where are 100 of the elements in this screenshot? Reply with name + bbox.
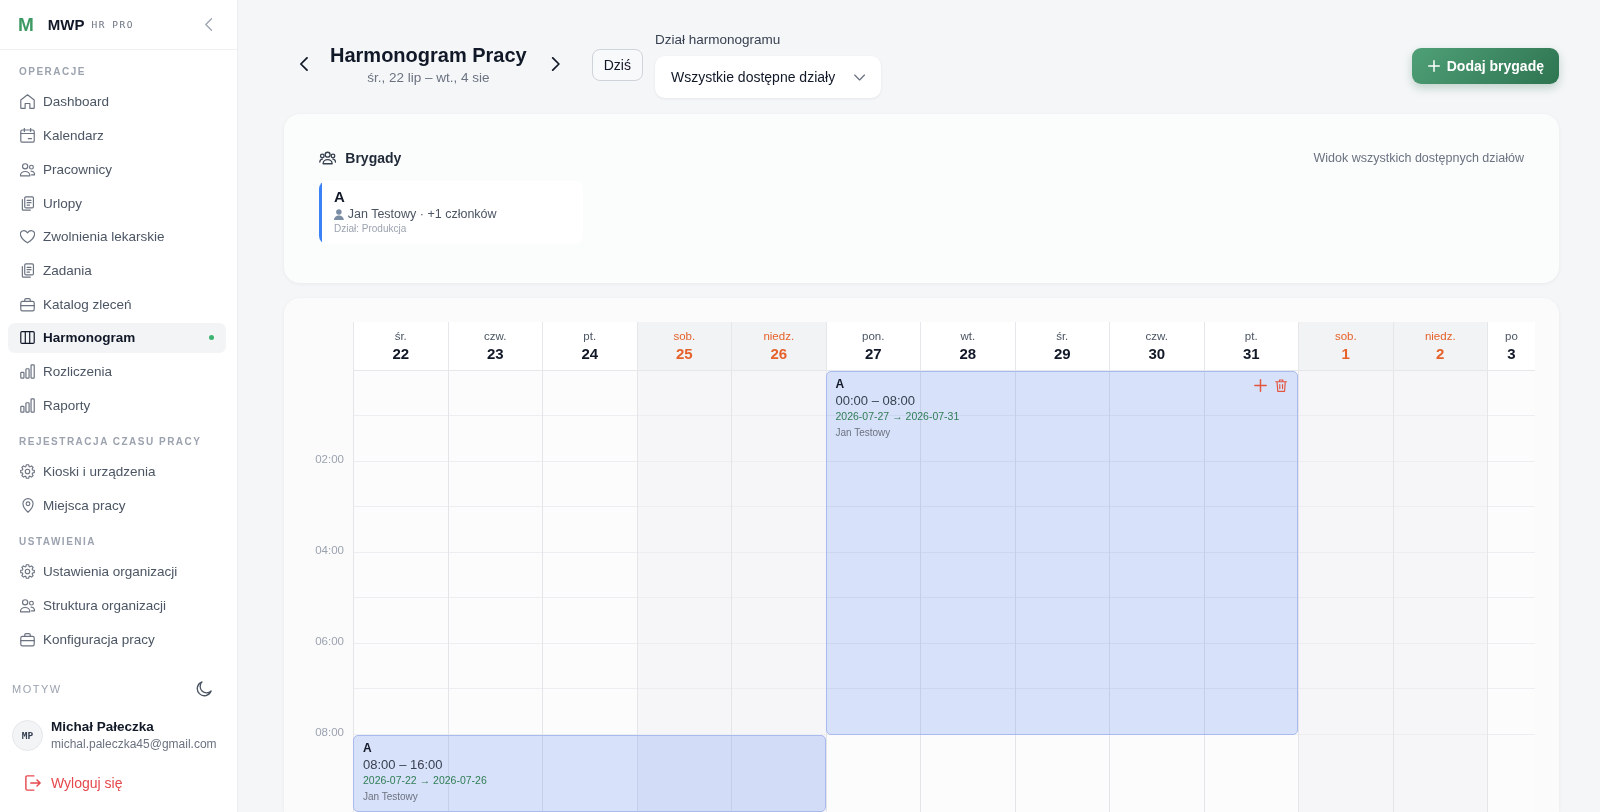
chevron-right-icon: [551, 57, 561, 71]
user-avatar: MP: [12, 719, 43, 751]
day-number: 3: [1507, 344, 1516, 364]
weekday-label: niedz.: [763, 329, 795, 344]
weekday-label: wt.: [960, 329, 976, 344]
shift-name: A: [363, 740, 372, 756]
day-number: 23: [486, 344, 504, 364]
nav-item[interactable]: Kalendarz: [8, 120, 226, 151]
logout-button[interactable]: Wyloguj się: [0, 768, 129, 798]
settings-icon: [20, 564, 35, 580]
weekday-label: czw.: [484, 329, 507, 344]
time-label: 08:00: [315, 725, 344, 739]
user-email: michal.paleczka45@gmail.com: [51, 737, 217, 752]
page-title: Harmonogram Pracy: [330, 43, 527, 67]
brigade-members: Jan Testowy · +1 członków: [347, 207, 497, 221]
nav-item[interactable]: Miejsca pracy: [8, 490, 226, 521]
briefcase-icon: [20, 631, 35, 647]
date-range: śr., 22 lip – wt., 4 sie: [367, 69, 490, 87]
nav-item[interactable]: Struktura organizacji: [8, 590, 226, 621]
calendar-icon: [20, 128, 35, 144]
brand-tag: PRO: [112, 19, 135, 30]
add-brigade-button[interactable]: Dodaj brygadę: [1411, 48, 1559, 84]
plus-icon: [1427, 60, 1440, 72]
brand-logo: M: [18, 14, 34, 35]
brigade-name: A: [334, 188, 345, 206]
section-title: REJESTRACJA CZASU PRACY: [18, 434, 202, 449]
time-label: 04:00: [315, 543, 344, 557]
shift-dates: 2026-07-22 → 2026-07-26: [363, 773, 487, 788]
users-icon: [319, 151, 337, 165]
nav-item[interactable]: Zadania: [8, 255, 226, 286]
weekday-label: śr.: [394, 329, 407, 344]
day-number: 28: [959, 344, 977, 364]
briefcase-icon: [20, 296, 35, 312]
shift-member: Jan Testowy: [363, 790, 418, 804]
nav-item[interactable]: Rozliczenia: [8, 356, 226, 387]
weekday-label: po: [1505, 329, 1518, 344]
nav-item[interactable]: Ustawienia organizacji: [8, 556, 226, 587]
nav-item[interactable]: Zwolnienia lekarskie: [8, 221, 226, 252]
day-number: 29: [1053, 344, 1071, 364]
chevron-left-icon: [299, 57, 309, 71]
active-dot-icon: [209, 335, 214, 341]
nav-item[interactable]: Pracownicy: [8, 154, 226, 185]
columns-icon: [20, 330, 35, 346]
nav-item[interactable]: Harmonogram: [8, 322, 226, 353]
weekday-label: pon.: [862, 329, 885, 344]
weekday-label: pt.: [1244, 329, 1258, 344]
day-number: 1: [1341, 344, 1350, 364]
shift-block[interactable]: A 08:00 – 16:00 2026-07-22 → 2026-07-26 Jan Testowy: [353, 735, 826, 812]
bar-chart-icon: [20, 397, 35, 413]
documents-icon: [20, 195, 35, 211]
weekday-label: pt.: [583, 329, 597, 344]
map-pin-icon: [21, 497, 34, 513]
day-number: 2: [1436, 344, 1445, 364]
day-number: 26: [770, 344, 788, 364]
field-label: Dział harmonogramu: [655, 32, 781, 48]
nav-item[interactable]: Katalog zleceń: [8, 289, 226, 320]
brand-name: MWP: [47, 16, 85, 33]
time-label: 02:00: [315, 452, 344, 466]
shift-dates: 2026-07-27 → 2026-07-31: [835, 409, 960, 424]
moon-icon: [196, 681, 212, 697]
shift-name: A: [835, 376, 845, 392]
time-label: 06:00: [315, 634, 344, 648]
department-select[interactable]: Wszystkie dostępne działy: [655, 56, 881, 98]
documents-icon: [20, 262, 35, 278]
brigade-card[interactable]: A Jan Testowy · +1 członków Dział: Produkcja: [319, 181, 583, 244]
plus-icon[interactable]: [1253, 379, 1267, 392]
theme-toggle-button[interactable]: [196, 681, 212, 697]
day-number: 24: [581, 344, 599, 364]
users-icon: [20, 598, 35, 613]
nav-item[interactable]: Konfiguracja pracy: [8, 624, 226, 655]
nav-item[interactable]: Kioski i urządzenia: [8, 456, 226, 487]
brigade-department: Dział: Produkcja: [334, 222, 407, 236]
day-number: 30: [1148, 344, 1166, 364]
home-icon: [20, 94, 35, 110]
panel-title: Brygady: [345, 150, 402, 166]
section-title: USTAWIENIA: [18, 534, 97, 549]
section-title: OPERACJE: [18, 65, 86, 79]
day-number: 22: [392, 344, 410, 364]
logout-icon: [25, 775, 41, 791]
weekday-label: sob.: [673, 329, 696, 344]
trash-icon[interactable]: [1274, 379, 1287, 392]
panel-note: Widok wszystkich dostępnych działów: [1313, 151, 1524, 165]
chevron-down-icon: [853, 73, 865, 81]
chevron-left-icon: [204, 18, 213, 31]
day-number: 31: [1242, 344, 1260, 364]
weekday-label: sob.: [1334, 329, 1357, 344]
bar-chart-icon: [20, 364, 35, 379]
person-icon: [334, 208, 344, 220]
users-icon: [20, 161, 35, 177]
weekday-label: niedz.: [1424, 329, 1456, 344]
shift-block[interactable]: A 00:00 – 08:00 2026-07-27 → 2026-07-31 Jan Testowy: [825, 371, 1298, 735]
nav-item[interactable]: Dashboard: [8, 87, 226, 117]
shift-hours: 00:00 – 08:00: [835, 392, 916, 409]
brand-tag: HR: [91, 19, 107, 30]
user-name: Michał Pałeczka: [51, 718, 154, 735]
nav-item[interactable]: Urlopy: [8, 188, 226, 219]
nav-item[interactable]: Raporty: [8, 390, 226, 421]
today-button[interactable]: Dziś: [591, 49, 643, 81]
day-number: 25: [675, 344, 693, 364]
theme-label: MOTYW: [12, 683, 62, 695]
